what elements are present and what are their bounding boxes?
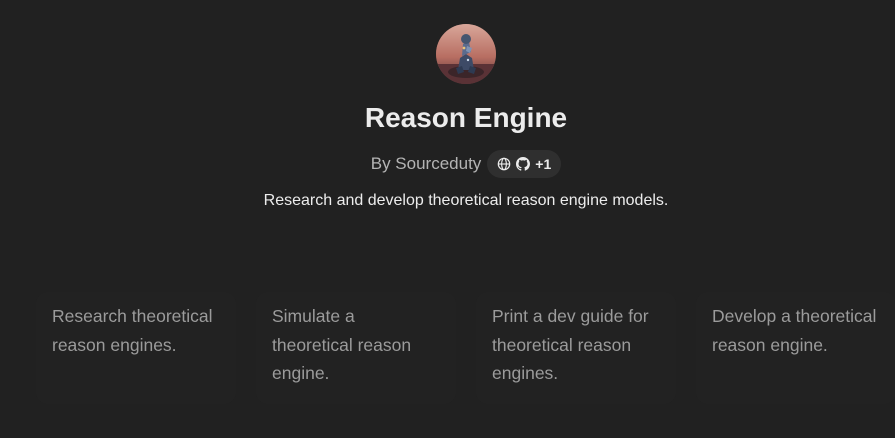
links-pill[interactable]: +1: [487, 150, 562, 178]
gpt-avatar: [436, 24, 496, 84]
thinker-statue-avatar-icon: [436, 24, 496, 84]
starter-label: Develop a theoretical reason engine.: [712, 306, 877, 355]
starter-label: Print a dev guide for theoretical reason…: [492, 306, 649, 383]
globe-icon: [497, 157, 511, 171]
starter-label: Research theoretical reason engines.: [52, 306, 213, 355]
more-links-count: +1: [535, 156, 552, 172]
conversation-starter-button[interactable]: Print a dev guide for theoretical reason…: [476, 292, 676, 404]
gpt-description: Research and develop theoretical reason …: [263, 192, 669, 209]
byline: By Sourceduty +1: [0, 150, 895, 178]
gpt-title: Reason Engine: [364, 102, 568, 133]
conversation-starter-button[interactable]: Research theoretical reason engines.: [36, 292, 236, 404]
author-name: By Sourceduty: [370, 154, 482, 173]
gpt-intro: Reason Engine By Sourceduty +1 Research …: [0, 0, 895, 438]
github-icon: [516, 157, 531, 171]
conversation-starter-button[interactable]: Simulate a theoretical reason engine.: [256, 292, 456, 404]
starter-label: Simulate a theoretical reason engine.: [272, 306, 412, 383]
conversation-starter-button[interactable]: Develop a theoretical reason engine.: [696, 292, 895, 404]
